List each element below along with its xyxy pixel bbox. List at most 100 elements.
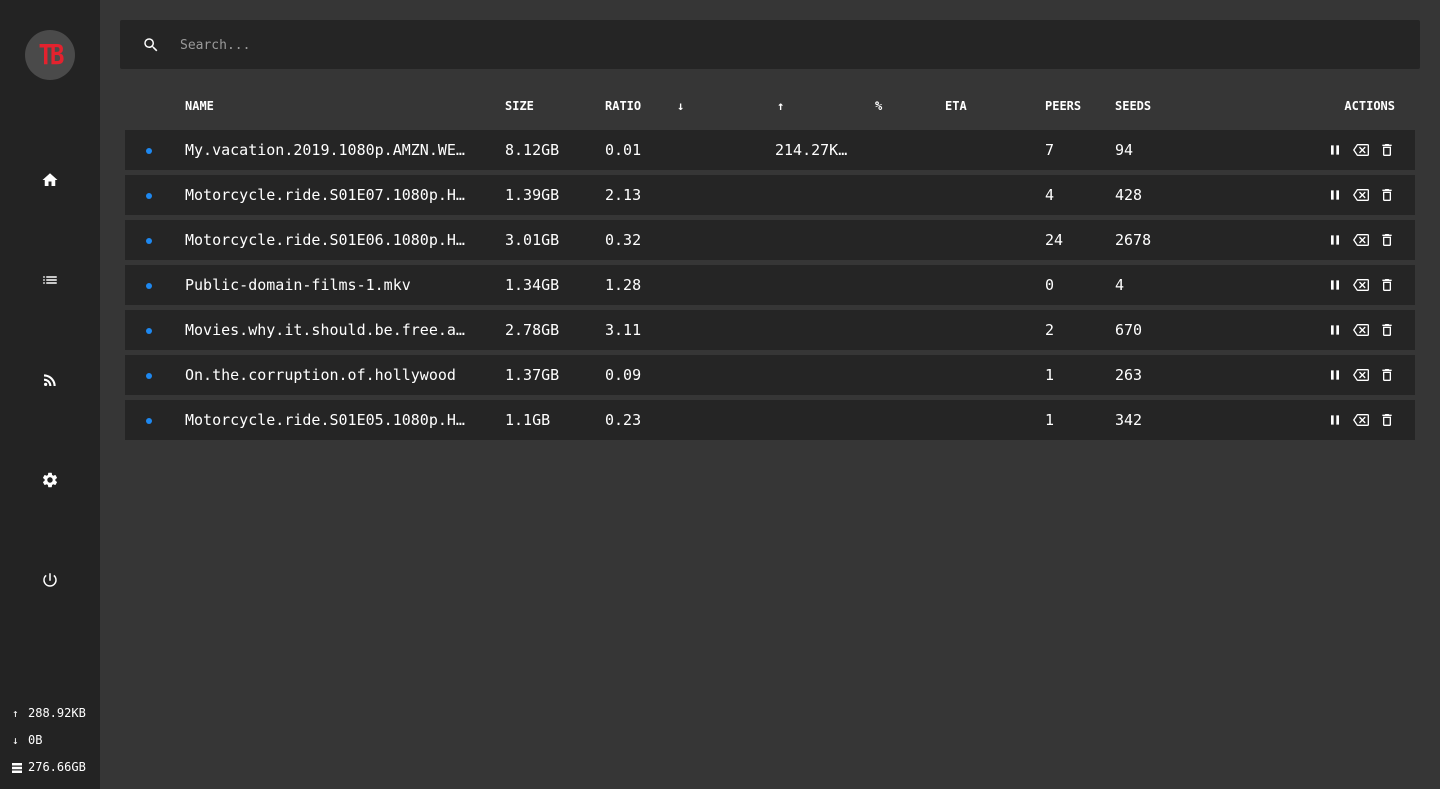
torrent-row[interactable]: Movies.why.it.should.be.free.a… 2.78GB 3…: [125, 310, 1415, 350]
search-bar: [120, 20, 1420, 69]
nav-list-icon[interactable]: [40, 270, 60, 290]
download-speed-value: 0B: [28, 733, 43, 747]
disk-space: 276.66GB: [12, 754, 86, 781]
upload-speed-value: 288.92KB: [28, 706, 86, 720]
torrent-row[interactable]: Motorcycle.ride.S01E05.1080p.H… 1.1GB 0.…: [125, 400, 1415, 440]
col-percent[interactable]: %: [875, 99, 882, 113]
row-actions: [1327, 322, 1395, 338]
remove-icon[interactable]: [1353, 232, 1369, 248]
search-input[interactable]: [180, 32, 1380, 58]
torrent-peers: 7: [1045, 141, 1055, 159]
trash-icon[interactable]: [1379, 322, 1395, 338]
torrent-seeds: 94: [1115, 141, 1134, 159]
remove-icon[interactable]: [1353, 322, 1369, 338]
torrent-seeds: 342: [1115, 411, 1143, 429]
trash-icon[interactable]: [1379, 412, 1395, 428]
trash-icon[interactable]: [1379, 142, 1395, 158]
torrent-row[interactable]: Motorcycle.ride.S01E07.1080p.H… 1.39GB 2…: [125, 175, 1415, 215]
status-dot-icon: [146, 283, 152, 289]
torrent-size: 1.39GB: [505, 186, 560, 204]
remove-icon[interactable]: [1353, 367, 1369, 383]
storage-icon: [12, 762, 22, 773]
trash-icon[interactable]: [1379, 187, 1395, 203]
torrent-ratio: 0.09: [605, 366, 642, 384]
torrent-name: Motorcycle.ride.S01E06.1080p.H…: [185, 231, 465, 249]
status-dot-icon: [146, 148, 152, 154]
col-seeds[interactable]: SEEDS: [1115, 99, 1151, 113]
pause-icon[interactable]: [1327, 232, 1343, 248]
torrent-name: My.vacation.2019.1080p.AMZN.WE…: [185, 141, 465, 159]
pause-icon[interactable]: [1327, 187, 1343, 203]
torrent-name: On.the.corruption.of.hollywood: [185, 366, 456, 384]
status-dot-icon: [146, 373, 152, 379]
torrent-seeds: 670: [1115, 321, 1143, 339]
trash-icon[interactable]: [1379, 277, 1395, 293]
download-speed: ↓ 0B: [12, 727, 86, 754]
torrent-peers: 0: [1045, 276, 1055, 294]
torrent-seeds: 428: [1115, 186, 1143, 204]
status-dot-icon: [146, 418, 152, 424]
torrent-size: 2.78GB: [505, 321, 560, 339]
torrent-size: 8.12GB: [505, 141, 560, 159]
disk-space-value: 276.66GB: [28, 760, 86, 774]
torrent-row[interactable]: On.the.corruption.of.hollywood 1.37GB 0.…: [125, 355, 1415, 395]
torrent-ratio: 0.32: [605, 231, 642, 249]
torrent-size: 1.34GB: [505, 276, 560, 294]
torrent-peers: 24: [1045, 231, 1064, 249]
torrent-name: Movies.why.it.should.be.free.a…: [185, 321, 465, 339]
pause-icon[interactable]: [1327, 322, 1343, 338]
torrent-seeds: 263: [1115, 366, 1143, 384]
torrent-row[interactable]: Public-domain-films-1.mkv 1.34GB 1.28 0 …: [125, 265, 1415, 305]
status-dot-icon: [146, 328, 152, 334]
download-arrow-icon: ↓: [12, 734, 19, 747]
upload-arrow-icon: ↑: [12, 707, 19, 720]
row-actions: [1327, 187, 1395, 203]
torrent-size: 1.1GB: [505, 411, 551, 429]
col-eta[interactable]: ETA: [945, 99, 967, 113]
col-ratio[interactable]: RATIO: [605, 99, 641, 113]
trash-icon[interactable]: [1379, 232, 1395, 248]
col-actions: ACTIONS: [1344, 99, 1395, 113]
table-header: NAME SIZE RATIO ↓ ↑ % ETA PEERS SEEDS AC…: [125, 96, 1415, 118]
sidebar: TB ↑ 288.92KB ↓ 0B 276.66GB: [0, 0, 100, 789]
col-name[interactable]: NAME: [185, 99, 214, 113]
remove-icon[interactable]: [1353, 142, 1369, 158]
pause-icon[interactable]: [1327, 142, 1343, 158]
pause-icon[interactable]: [1327, 367, 1343, 383]
nav-power-icon[interactable]: [40, 570, 60, 590]
torrent-ratio: 3.11: [605, 321, 642, 339]
torrent-row[interactable]: Motorcycle.ride.S01E06.1080p.H… 3.01GB 0…: [125, 220, 1415, 260]
main-content: NAME SIZE RATIO ↓ ↑ % ETA PEERS SEEDS AC…: [100, 0, 1440, 789]
torrent-seeds: 2678: [1115, 231, 1152, 249]
pause-icon[interactable]: [1327, 277, 1343, 293]
torrent-name: Motorcycle.ride.S01E05.1080p.H…: [185, 411, 465, 429]
col-upload[interactable]: ↑: [777, 99, 784, 113]
nav-settings-gear-icon[interactable]: [40, 470, 60, 490]
torrent-peers: 1: [1045, 411, 1055, 429]
torrent-ratio: 2.13: [605, 186, 642, 204]
status-dot-icon: [146, 193, 152, 199]
nav-rss-icon[interactable]: [40, 370, 60, 390]
col-download[interactable]: ↓: [677, 99, 684, 113]
torrent-size: 1.37GB: [505, 366, 560, 384]
app-logo[interactable]: TB: [25, 30, 75, 80]
col-size[interactable]: SIZE: [505, 99, 534, 113]
row-actions: [1327, 277, 1395, 293]
torrent-list: My.vacation.2019.1080p.AMZN.WE… 8.12GB 0…: [125, 130, 1415, 445]
remove-icon[interactable]: [1353, 187, 1369, 203]
torrent-name: Motorcycle.ride.S01E07.1080p.H…: [185, 186, 465, 204]
pause-icon[interactable]: [1327, 412, 1343, 428]
logo-text: TB: [38, 38, 65, 72]
torrent-ratio: 0.23: [605, 411, 642, 429]
torrent-seeds: 4: [1115, 276, 1125, 294]
torrent-ratio: 0.01: [605, 141, 642, 159]
row-actions: [1327, 412, 1395, 428]
nav-home-icon[interactable]: [40, 170, 60, 190]
row-actions: [1327, 367, 1395, 383]
torrent-row[interactable]: My.vacation.2019.1080p.AMZN.WE… 8.12GB 0…: [125, 130, 1415, 170]
remove-icon[interactable]: [1353, 412, 1369, 428]
col-peers[interactable]: PEERS: [1045, 99, 1081, 113]
remove-icon[interactable]: [1353, 277, 1369, 293]
trash-icon[interactable]: [1379, 367, 1395, 383]
torrent-peers: 1: [1045, 366, 1055, 384]
